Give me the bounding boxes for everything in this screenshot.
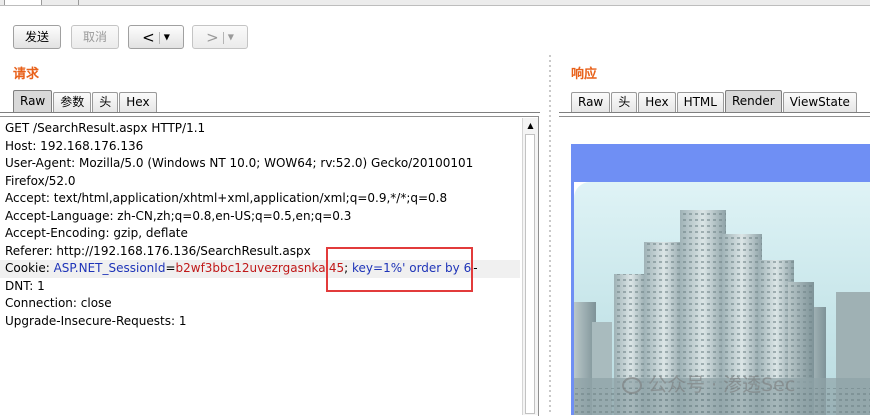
request-tab-underline bbox=[0, 112, 540, 113]
watermark: 公众号 · 渗透Sec bbox=[622, 370, 795, 397]
tab-request-headers[interactable]: 头 bbox=[92, 92, 119, 112]
request-title: 请求 bbox=[13, 67, 40, 82]
tab-request-hex[interactable]: Hex bbox=[119, 92, 157, 112]
watermark-text: 公众号 · 渗透Sec bbox=[648, 374, 796, 396]
cookie-value: b2wf3bbc12uvezrgasnkal45 bbox=[175, 261, 345, 275]
tab-response-render[interactable]: Render bbox=[724, 90, 782, 112]
pane-splitter[interactable] bbox=[549, 55, 551, 415]
request-line: Connection: close bbox=[5, 296, 112, 310]
cancel-button[interactable]: 取消 bbox=[71, 25, 119, 49]
tab-response-raw[interactable]: Raw bbox=[571, 92, 611, 112]
cookie-trailing: - bbox=[473, 261, 478, 275]
top-tab[interactable] bbox=[4, 0, 42, 5]
tab-request-params[interactable]: 参数 bbox=[53, 92, 92, 112]
cookie-name: ASP.NET_SessionId bbox=[53, 261, 166, 275]
request-line: Accept-Language: zh-CN,zh;q=0.8,en-US;q=… bbox=[5, 208, 352, 223]
cookie-label: Cookie: bbox=[5, 261, 54, 275]
request-tabbar: Raw 参数 头 Hex bbox=[13, 90, 158, 112]
response-title: 响应 bbox=[571, 67, 598, 82]
request-line: Upgrade-Insecure-Requests: 1 bbox=[5, 313, 187, 328]
rendered-page-banner bbox=[571, 144, 870, 182]
request-line: Accept-Encoding: gzip, deflate bbox=[5, 226, 188, 240]
forward-button[interactable]: > ▼ bbox=[192, 25, 248, 49]
request-scrollbar[interactable]: ▲ bbox=[522, 118, 538, 415]
chevron-right-icon: > bbox=[206, 28, 219, 47]
wechat-icon bbox=[622, 377, 642, 394]
tab-response-headers[interactable]: 头 bbox=[611, 92, 638, 112]
send-button-label: 发送 bbox=[24, 30, 49, 44]
top-tab[interactable] bbox=[41, 0, 79, 5]
chevron-left-icon: < bbox=[142, 28, 155, 47]
response-tab-underline bbox=[559, 112, 870, 113]
dropdown-arrow-icon: ▼ bbox=[163, 32, 170, 42]
request-line: User-Agent: Mozilla/5.0 (Windows NT 10.0… bbox=[5, 156, 474, 170]
response-tabbar: Raw 头 Hex HTML Render ViewState bbox=[571, 90, 858, 112]
request-line: Host: 192.168.176.136 bbox=[5, 138, 144, 153]
scroll-up-arrow-icon[interactable]: ▲ bbox=[523, 120, 538, 132]
request-line: Accept: text/html,application/xhtml+xml,… bbox=[5, 191, 448, 205]
dropdown-arrow-icon: ▼ bbox=[227, 32, 234, 42]
tab-response-viewstate[interactable]: ViewState bbox=[782, 92, 857, 112]
back-button[interactable]: < ▼ bbox=[128, 25, 184, 49]
scroll-thumb[interactable] bbox=[525, 134, 535, 414]
top-tab-strip bbox=[0, 0, 870, 6]
request-line: Firefox/52.0 bbox=[5, 173, 76, 188]
highlight-annotation-box bbox=[326, 247, 473, 292]
request-line: GET /SearchResult.aspx HTTP/1.1 bbox=[5, 121, 206, 135]
cookie-equals: = bbox=[165, 261, 176, 275]
tab-response-hex[interactable]: Hex bbox=[638, 92, 676, 112]
cancel-button-label: 取消 bbox=[82, 30, 107, 44]
tab-response-html[interactable]: HTML bbox=[676, 92, 724, 112]
tab-request-raw[interactable]: Raw bbox=[13, 90, 53, 112]
send-button[interactable]: 发送 bbox=[13, 25, 61, 49]
